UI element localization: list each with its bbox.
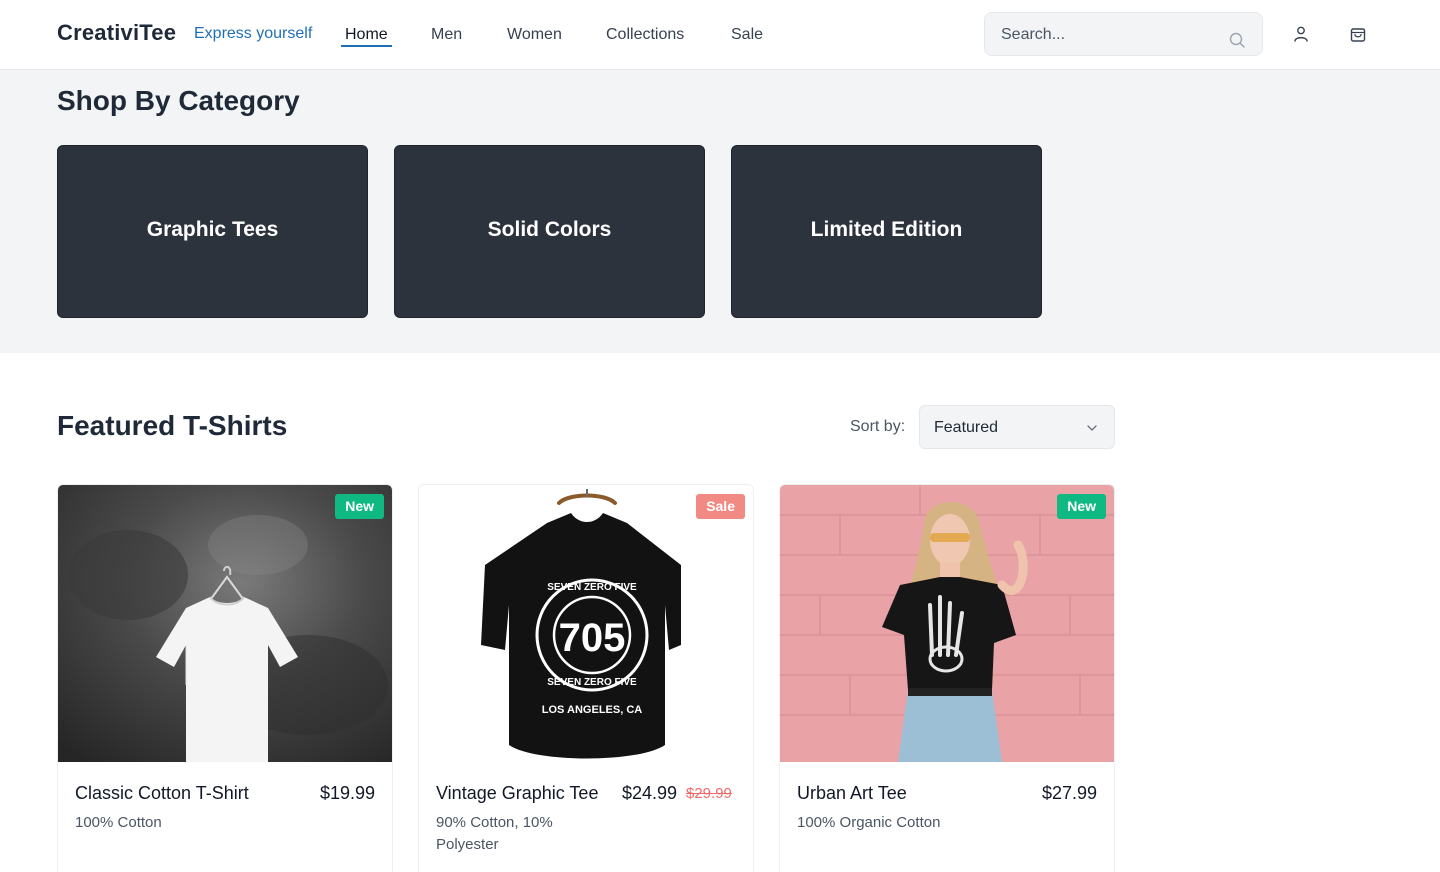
badge-new: New xyxy=(1057,494,1106,519)
site-header: CreativiTee Express yourself Home Men Wo… xyxy=(0,0,1440,70)
nav-home[interactable]: Home xyxy=(345,26,388,44)
product-price: $24.99 xyxy=(622,783,678,803)
brand-logo[interactable]: CreativiTee xyxy=(57,20,176,46)
search-icon[interactable] xyxy=(1228,31,1246,49)
nav-active-indicator xyxy=(341,45,392,47)
cart-icon[interactable] xyxy=(1349,25,1367,43)
product-old-price: $29.99 xyxy=(686,785,732,802)
product-material: 100% Organic Cotton xyxy=(797,814,941,831)
user-icon[interactable] xyxy=(1292,25,1310,43)
badge-sale: Sale xyxy=(696,494,745,519)
category-card-graphic-tees[interactable]: Graphic Tees xyxy=(57,145,368,318)
product-card-vintage-graphic[interactable]: SEVEN ZERO FIVE 705 SEVEN ZERO FIVE LOS … xyxy=(418,484,754,872)
product-material: 100% Cotton xyxy=(75,814,162,831)
search-input[interactable] xyxy=(1001,23,1211,47)
category-label: Graphic Tees xyxy=(146,218,279,241)
nav-women[interactable]: Women xyxy=(507,26,562,44)
product-price: $27.99 xyxy=(1041,783,1097,803)
product-name[interactable]: Vintage Graphic Tee xyxy=(436,783,598,804)
category-label: Solid Colors xyxy=(487,218,612,241)
product-price: $19.99 xyxy=(319,783,375,803)
sort-label: Sort by: xyxy=(850,418,906,435)
sort-selected-value: Featured xyxy=(934,419,999,436)
print-ring-bottom: SEVEN ZERO FIVE xyxy=(547,677,637,688)
nav-sale[interactable]: Sale xyxy=(731,26,763,44)
print-number: 705 xyxy=(559,616,626,660)
product-name[interactable]: Classic Cotton T-Shirt xyxy=(75,783,249,804)
sort-select[interactable]: Featured xyxy=(919,405,1115,449)
search-box[interactable] xyxy=(984,12,1263,56)
brand-tagline: Express yourself xyxy=(194,25,313,42)
product-card-urban-art[interactable]: New Urban Art Tee $27.99 100% Organic Co… xyxy=(779,484,1115,872)
product-name[interactable]: Urban Art Tee xyxy=(797,783,907,804)
product-material: 90% Cotton, 10% Polyester xyxy=(436,814,553,853)
chevron-down-icon xyxy=(1087,425,1097,431)
product-image-white-tee[interactable] xyxy=(58,485,393,762)
category-card-solid-colors[interactable]: Solid Colors xyxy=(394,145,705,318)
featured-section-title: Featured T-Shirts xyxy=(57,410,288,441)
category-section-title: Shop By Category xyxy=(57,85,300,116)
print-city: LOS ANGELES, CA xyxy=(542,704,642,716)
nav-collections[interactable]: Collections xyxy=(606,26,684,44)
category-label: Limited Edition xyxy=(810,218,963,241)
nav-men[interactable]: Men xyxy=(431,26,462,44)
badge-new: New xyxy=(335,494,384,519)
product-card-classic-cotton[interactable]: New Classic Cotton T-Shirt $19.99 100% C… xyxy=(57,484,393,872)
product-image-black-tee[interactable]: SEVEN ZERO FIVE 705 SEVEN ZERO FIVE LOS … xyxy=(419,485,754,762)
product-image-model-tee[interactable] xyxy=(780,485,1115,762)
print-ring-top: SEVEN ZERO FIVE xyxy=(547,582,637,593)
category-card-limited-edition[interactable]: Limited Edition xyxy=(731,145,1042,318)
